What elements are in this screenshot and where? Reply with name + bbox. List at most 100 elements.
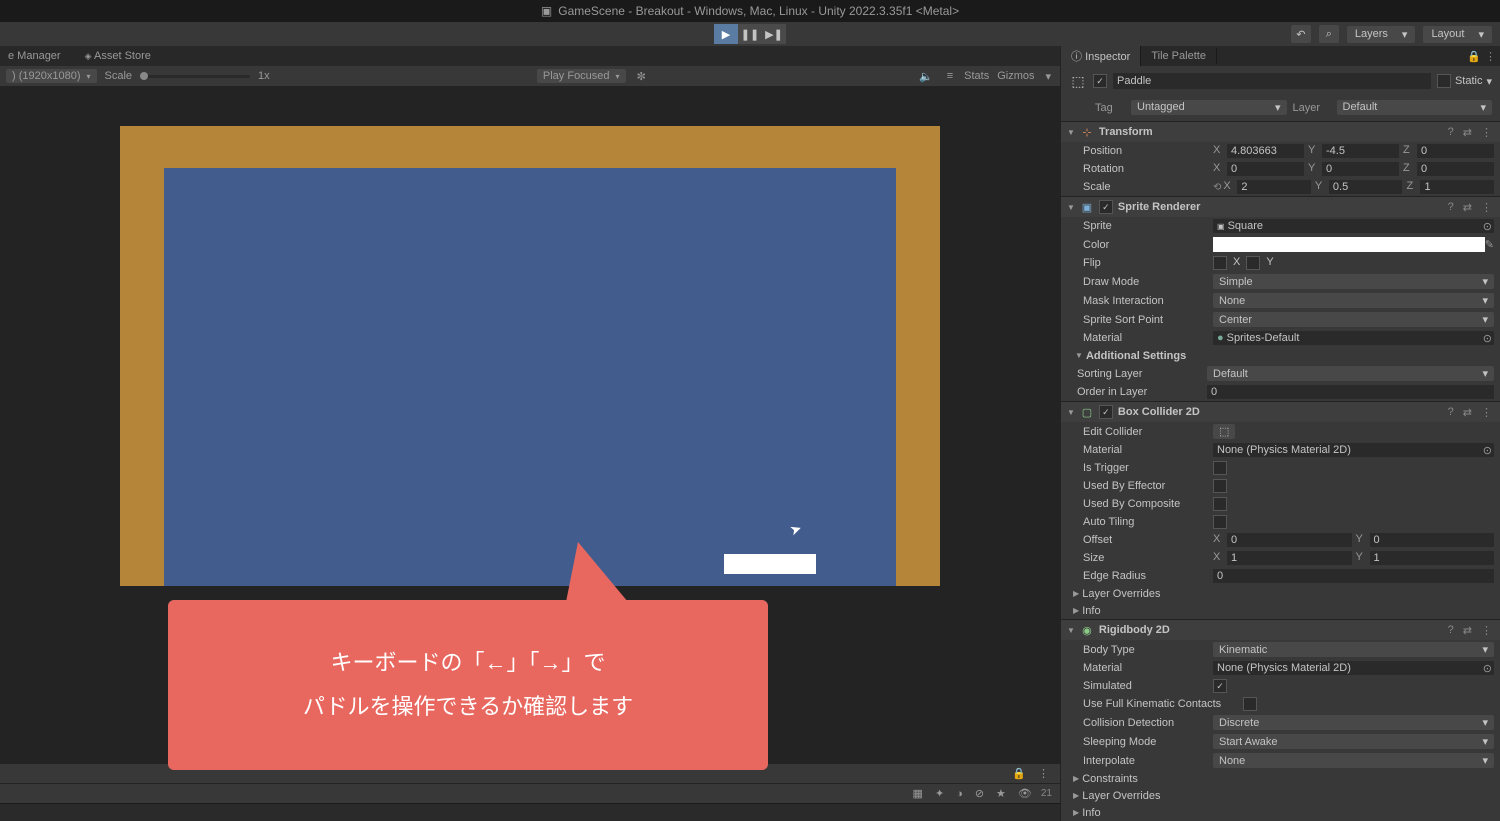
grid-icon[interactable]: ▦ (910, 787, 926, 800)
rb-material-field[interactable]: None (Physics Material 2D)⊙ (1213, 661, 1494, 675)
simulated-checkbox[interactable]: ✓ (1213, 679, 1227, 693)
eye-icon[interactable]: 👁 (1015, 787, 1035, 800)
edge-radius[interactable] (1213, 569, 1494, 583)
menu-icon[interactable]: ⋮ (1479, 624, 1494, 637)
search-icon[interactable]: ⌕ (1319, 25, 1339, 43)
box-collider-header[interactable]: ▼ ▢ ✓ Box Collider 2D ? ⇄ ⋮ (1061, 402, 1500, 422)
scale-x[interactable] (1237, 180, 1311, 194)
stats-toggle[interactable]: Stats (964, 70, 989, 82)
gizmos-toggle[interactable]: Gizmos (997, 70, 1034, 82)
order-in-layer[interactable] (1207, 385, 1494, 399)
tab-package-manager[interactable]: e Manager (2, 48, 67, 64)
tab-inspector[interactable]: ⓘ Inspector (1061, 46, 1141, 66)
scale-slider[interactable] (140, 75, 250, 78)
gizmos-chevron-icon[interactable]: ▾ (1042, 70, 1054, 83)
foldout-icon[interactable]: ▶ (1073, 808, 1079, 817)
position-x[interactable] (1227, 144, 1304, 158)
menu-icon[interactable]: ⋮ (1479, 406, 1494, 419)
sprite-renderer-header[interactable]: ▼ ▣ ✓ Sprite Renderer ? ⇄ ⋮ (1061, 197, 1500, 217)
offset-y[interactable] (1370, 533, 1495, 547)
label-icon[interactable]: ◑ (953, 788, 966, 800)
flip-y-checkbox[interactable] (1246, 256, 1260, 270)
size-y[interactable] (1370, 551, 1495, 565)
foldout-icon[interactable]: ▶ (1073, 774, 1079, 783)
color-field[interactable] (1213, 237, 1485, 252)
favorite-icon[interactable]: ★ (993, 787, 1009, 800)
sprite-renderer-enabled[interactable]: ✓ (1099, 200, 1113, 214)
interpolate-dropdown[interactable]: None▾ (1213, 753, 1494, 768)
tab-asset-store[interactable]: Asset Store (79, 48, 157, 64)
static-dropdown-icon[interactable]: ▾ (1486, 75, 1492, 88)
hidden-icon[interactable]: ⊘ (972, 787, 987, 800)
undo-history-icon[interactable]: ↶ (1291, 25, 1311, 43)
layers-dropdown[interactable]: Layers▾ (1347, 26, 1416, 43)
position-z[interactable] (1417, 144, 1494, 158)
foldout-icon[interactable]: ▶ (1073, 589, 1079, 598)
edit-collider-button[interactable]: ⬚ (1213, 424, 1235, 439)
help-icon[interactable]: ? (1446, 126, 1456, 138)
foldout-icon[interactable]: ▶ (1073, 791, 1079, 800)
stats-icon[interactable]: ≡ (944, 70, 956, 82)
draw-mode-dropdown[interactable]: Simple▾ (1213, 274, 1494, 289)
resolution-dropdown[interactable]: ) (1920x1080) (6, 69, 97, 83)
tab-tile-palette[interactable]: Tile Palette (1141, 48, 1217, 64)
active-checkbox[interactable]: ✓ (1093, 74, 1107, 88)
foldout-icon[interactable]: ▶ (1073, 606, 1079, 615)
gameobject-icon[interactable]: ⬚ (1069, 72, 1087, 90)
box-collider-enabled[interactable]: ✓ (1099, 405, 1113, 419)
preset-icon[interactable]: ⇄ (1461, 406, 1474, 419)
material-field[interactable]: ●Sprites-Default⊙ (1213, 331, 1494, 345)
sort-point-dropdown[interactable]: Center▾ (1213, 312, 1494, 327)
tag-dropdown[interactable]: Untagged▾ (1131, 100, 1287, 115)
menu-icon[interactable]: ⋮ (1479, 126, 1494, 139)
pause-button[interactable]: ❚❚ (738, 24, 762, 44)
static-checkbox[interactable] (1437, 74, 1451, 88)
is-trigger-checkbox[interactable] (1213, 461, 1227, 475)
offset-x[interactable] (1227, 533, 1352, 547)
audio-icon[interactable]: 🔈 (916, 70, 936, 83)
preset-icon[interactable]: ⇄ (1461, 624, 1474, 637)
rotation-y[interactable] (1322, 162, 1399, 176)
rotation-x[interactable] (1227, 162, 1304, 176)
auto-tiling-checkbox[interactable] (1213, 515, 1227, 529)
body-type-dropdown[interactable]: Kinematic▾ (1213, 642, 1494, 657)
preset-icon[interactable]: ⇄ (1461, 126, 1474, 139)
collider-material-field[interactable]: None (Physics Material 2D)⊙ (1213, 443, 1494, 457)
sprite-field[interactable]: ▣Square⊙ (1213, 219, 1494, 233)
sorting-layer-dropdown[interactable]: Default▾ (1207, 366, 1494, 381)
rotation-z[interactable] (1417, 162, 1494, 176)
full-kinematic-checkbox[interactable] (1243, 697, 1257, 711)
collision-dropdown[interactable]: Discrete▾ (1213, 715, 1494, 730)
flip-x-checkbox[interactable] (1213, 256, 1227, 270)
used-by-composite-checkbox[interactable] (1213, 497, 1227, 511)
sleeping-dropdown[interactable]: Start Awake▾ (1213, 734, 1494, 749)
eyedropper-icon[interactable]: ✎ (1485, 238, 1494, 251)
menu-icon[interactable]: ⋮ (1479, 201, 1494, 214)
position-y[interactable] (1322, 144, 1399, 158)
inspector-menu-icon[interactable]: ⋮ (1485, 50, 1496, 63)
foldout-icon[interactable]: ▼ (1075, 351, 1083, 360)
transform-header[interactable]: ▼ ⊹ Transform ? ⇄ ⋮ (1061, 122, 1500, 142)
bug-icon[interactable]: ✼ (634, 70, 649, 83)
layer-dropdown[interactable]: Default▾ (1337, 100, 1493, 115)
rigidbody-header[interactable]: ▼ ◉ Rigidbody 2D ? ⇄ ⋮ (1061, 620, 1500, 640)
size-x[interactable] (1227, 551, 1352, 565)
play-button[interactable]: ▶ (714, 24, 738, 44)
scale-link-icon[interactable]: ⟲ (1213, 182, 1221, 193)
layout-dropdown[interactable]: Layout▾ (1423, 26, 1492, 43)
help-icon[interactable]: ? (1446, 624, 1456, 636)
scale-y[interactable] (1329, 180, 1403, 194)
more-icon[interactable]: ⋮ (1035, 767, 1052, 780)
help-icon[interactable]: ? (1446, 201, 1456, 213)
lock-inspector-icon[interactable]: 🔒 (1467, 50, 1481, 63)
lock-icon[interactable]: 🔒 (1009, 767, 1029, 780)
hierarchy-icon[interactable]: ✦ (932, 787, 947, 800)
step-button[interactable]: ▶❚ (762, 24, 786, 44)
preset-icon[interactable]: ⇄ (1461, 201, 1474, 214)
gameobject-name-input[interactable] (1113, 73, 1431, 89)
play-focused-dropdown[interactable]: Play Focused (537, 69, 626, 83)
used-by-effector-checkbox[interactable] (1213, 479, 1227, 493)
help-icon[interactable]: ? (1446, 406, 1456, 418)
mask-dropdown[interactable]: None▾ (1213, 293, 1494, 308)
scale-z[interactable] (1420, 180, 1494, 194)
